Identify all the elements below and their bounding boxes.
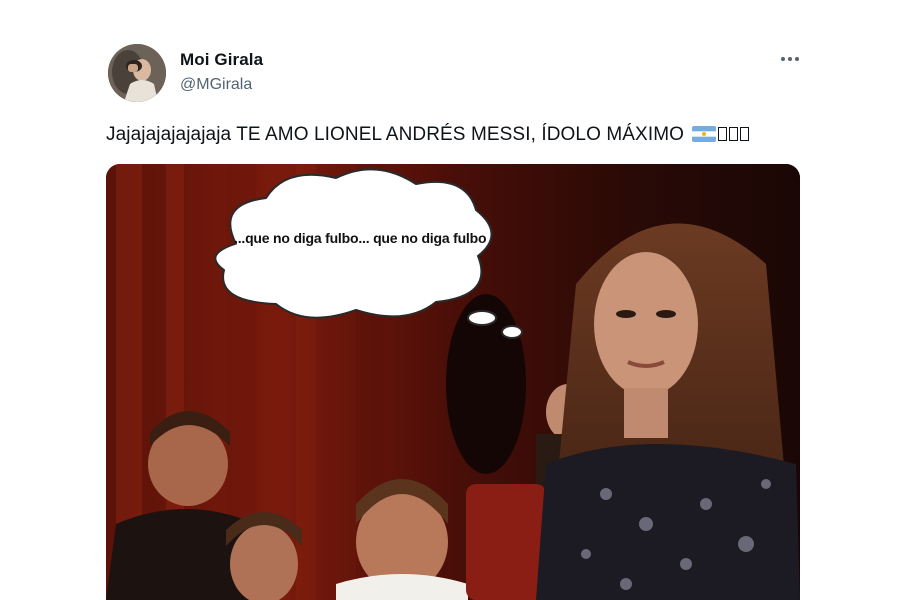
tweet-text-line: Jajajajajajajaja TE AMO LIONEL ANDRÉS ME… <box>106 124 750 146</box>
avatar-image <box>108 44 166 102</box>
tweet-text: Jajajajajajajaja TE AMO LIONEL ANDRÉS ME… <box>106 124 685 145</box>
argentina-flag-icon <box>692 126 717 142</box>
avatar[interactable] <box>108 44 166 102</box>
thought-bubble-text: ...que no diga fulbo... que no diga fulb… <box>234 230 487 246</box>
author-name[interactable]: Moi Girala <box>180 50 263 70</box>
unrendered-emoji-icon <box>740 127 750 141</box>
tweet-card: Moi Girala @MGirala Jajajajajajajaja TE … <box>0 0 900 600</box>
more-horizontal-icon-dot <box>795 57 799 61</box>
unrendered-emoji-icon <box>729 127 739 141</box>
more-options-button[interactable] <box>776 48 804 70</box>
unrendered-emoji-icon <box>718 127 728 141</box>
more-horizontal-icon <box>781 57 785 61</box>
author-handle[interactable]: @MGirala <box>180 76 252 94</box>
more-horizontal-icon-dot <box>788 57 792 61</box>
